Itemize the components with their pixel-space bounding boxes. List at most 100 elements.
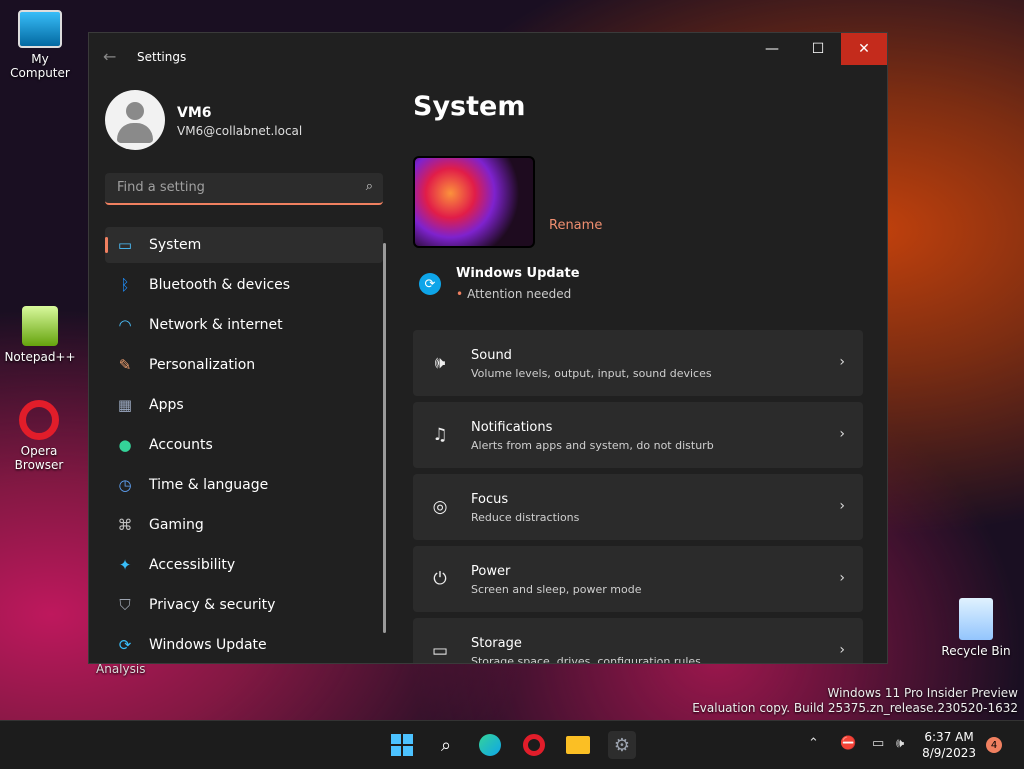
minimize-button[interactable]: — (749, 33, 795, 65)
watermark-line: Windows 11 Pro Insider Preview (827, 686, 1018, 700)
person-icon: ● (118, 436, 132, 454)
volume-icon[interactable]: 🕪 (896, 736, 904, 751)
title-bar[interactable]: ← Settings — ☐ ✕ (89, 33, 887, 81)
search-icon[interactable]: ⌕ (432, 731, 460, 759)
close-button[interactable]: ✕ (841, 33, 887, 65)
computer-icon (18, 10, 62, 48)
settings-card-sound[interactable]: 🕪 Sound Volume levels, output, input, soun… (413, 330, 863, 396)
opera-icon[interactable] (520, 731, 548, 759)
sidebar-item-gaming[interactable]: ⌘ Gaming (105, 507, 383, 543)
arrow-left-icon[interactable]: ← (103, 47, 116, 66)
sidebar-item-label: Privacy & security (149, 597, 276, 613)
drive-icon: ▭ (431, 641, 449, 661)
sidebar-item-apps[interactable]: ▦ Apps (105, 387, 383, 423)
window-title: Settings (137, 50, 187, 64)
desktop-icon-my-computer[interactable]: My Computer (0, 10, 80, 80)
sidebar-item-time-language[interactable]: ◷ Time & language (105, 467, 383, 503)
sidebar-item-accounts[interactable]: ● Accounts (105, 427, 383, 463)
settings-cards: 🕪 Sound Volume levels, output, input, soun… (413, 330, 863, 664)
file-explorer-icon[interactable] (564, 731, 592, 759)
opera-icon (19, 400, 59, 440)
sidebar-item-label: System (149, 237, 202, 253)
update-icon: ⟳ (118, 636, 132, 654)
clock-globe-icon: ◷ (118, 476, 132, 494)
chevron-right-icon: › (839, 642, 845, 658)
speaker-icon: 🕪 (434, 353, 446, 373)
card-title: Storage (471, 636, 522, 651)
desktop-analysis-label: Analysis (96, 662, 146, 676)
sidebar-item-label: Time & language (149, 477, 269, 493)
sidebar-item-label: Windows Update (149, 637, 267, 653)
update-status-text: Attention needed (467, 287, 572, 301)
desktop-icon-label: Notepad++ (4, 350, 76, 364)
recycle-bin-icon (959, 598, 993, 640)
network-disconnected-icon[interactable]: ⛔ (840, 736, 856, 751)
settings-window: ← Settings — ☐ ✕ VM6 VM6@collabnet.local… (88, 32, 888, 664)
os-watermark: Windows 11 Pro Insider Preview Evaluatio… (692, 686, 1018, 716)
sidebar-item-label: Apps (149, 397, 184, 413)
taskbar: ⌕ ⚙ ⌃ ⛔ ▭ 🕪 6:37 AM 8/9/2023 4 (0, 720, 1024, 769)
desktop-icon-opera[interactable]: Opera Browser (0, 400, 78, 472)
sidebar-item-personalization[interactable]: ✎ Personalization (105, 347, 383, 383)
rename-link[interactable]: Rename (549, 218, 602, 233)
desktop-icon-recycle-bin[interactable]: Recycle Bin (936, 598, 1016, 658)
card-subtitle: Volume levels, output, input, sound devi… (471, 367, 712, 380)
settings-card-notifications[interactable]: ♫ Notifications Alerts from apps and syste… (413, 402, 863, 468)
start-windows-icon[interactable] (388, 731, 416, 759)
desktop-icon-label: Opera Browser (14, 444, 64, 472)
gamepad-icon: ⌘ (117, 516, 133, 534)
update-icon: ⟳ (419, 273, 441, 295)
sidebar-item-accessibility[interactable]: ✦ Accessibility (105, 547, 383, 583)
sidebar-item-label: Accounts (149, 437, 213, 453)
settings-card-focus[interactable]: ◎ Focus Reduce distractions › (413, 474, 863, 540)
profile-name: VM6 (177, 105, 212, 121)
card-title: Focus (471, 492, 509, 507)
sidebar-item-system[interactable]: ▭ System (105, 227, 383, 263)
apps-icon: ▦ (117, 396, 133, 414)
chevron-right-icon: › (839, 354, 845, 370)
sidebar-item-label: Gaming (149, 517, 204, 533)
sidebar-scrollbar[interactable] (383, 243, 386, 633)
search-input[interactable] (115, 179, 349, 196)
settings-gear-icon[interactable]: ⚙ (608, 731, 636, 759)
chevron-right-icon: › (839, 570, 845, 586)
system-clock[interactable]: 6:37 AM 8/9/2023 (922, 729, 976, 761)
clock-date: 8/9/2023 (922, 746, 976, 760)
status-dot-icon: • (456, 287, 464, 301)
page-title: System (413, 91, 526, 122)
sidebar-item-label: Accessibility (149, 557, 236, 573)
card-subtitle: Screen and sleep, power mode (471, 583, 642, 596)
sidebar-item-bluetooth-devices[interactable]: ᛒ Bluetooth & devices (105, 267, 383, 303)
bluetooth-icon: ᛒ (120, 276, 130, 294)
settings-card-storage[interactable]: ▭ Storage Storage space, drives, configura… (413, 618, 863, 664)
avatar-head (126, 102, 144, 120)
sidebar-item-network-internet[interactable]: ◠ Network & internet (105, 307, 383, 343)
card-title: Power (471, 564, 511, 579)
sidebar-item-privacy-security[interactable]: ⛉ Privacy & security (105, 587, 383, 623)
notepadpp-icon (22, 306, 58, 346)
brush-icon: ✎ (118, 356, 132, 374)
settings-card-power[interactable]: ⏻ Power Screen and sleep, power mode › (413, 546, 863, 612)
search-box[interactable]: ⌕ (105, 173, 383, 205)
avatar[interactable] (105, 90, 165, 150)
card-subtitle: Reduce distractions (471, 511, 580, 524)
accessibility-icon: ✦ (118, 556, 132, 574)
card-subtitle: Storage space, drives, configuration rul… (471, 655, 701, 664)
chevron-right-icon: › (839, 426, 845, 442)
card-title: Notifications (471, 420, 553, 435)
update-status: • Attention needed (456, 287, 571, 301)
card-title: Sound (471, 348, 512, 363)
search-icon[interactable]: ⌕ (366, 179, 373, 194)
profile-email: VM6@collabnet.local (177, 124, 303, 138)
sidebar-item-label: Personalization (149, 357, 256, 373)
edge-icon[interactable] (476, 731, 504, 759)
sidebar-item-windows-update[interactable]: ⟳ Windows Update (105, 627, 383, 663)
desktop-icon-notepadpp[interactable]: Notepad++ (0, 306, 80, 364)
update-title[interactable]: Windows Update (456, 266, 580, 281)
display-icon[interactable]: ▭ (872, 736, 884, 751)
notification-badge[interactable]: 4 (986, 737, 1002, 753)
shield-icon: ⛉ (119, 596, 131, 614)
sidebar-item-label: Network & internet (149, 317, 283, 333)
chevron-up-icon[interactable]: ⌃ (808, 736, 819, 751)
maximize-button[interactable]: ☐ (795, 33, 841, 65)
